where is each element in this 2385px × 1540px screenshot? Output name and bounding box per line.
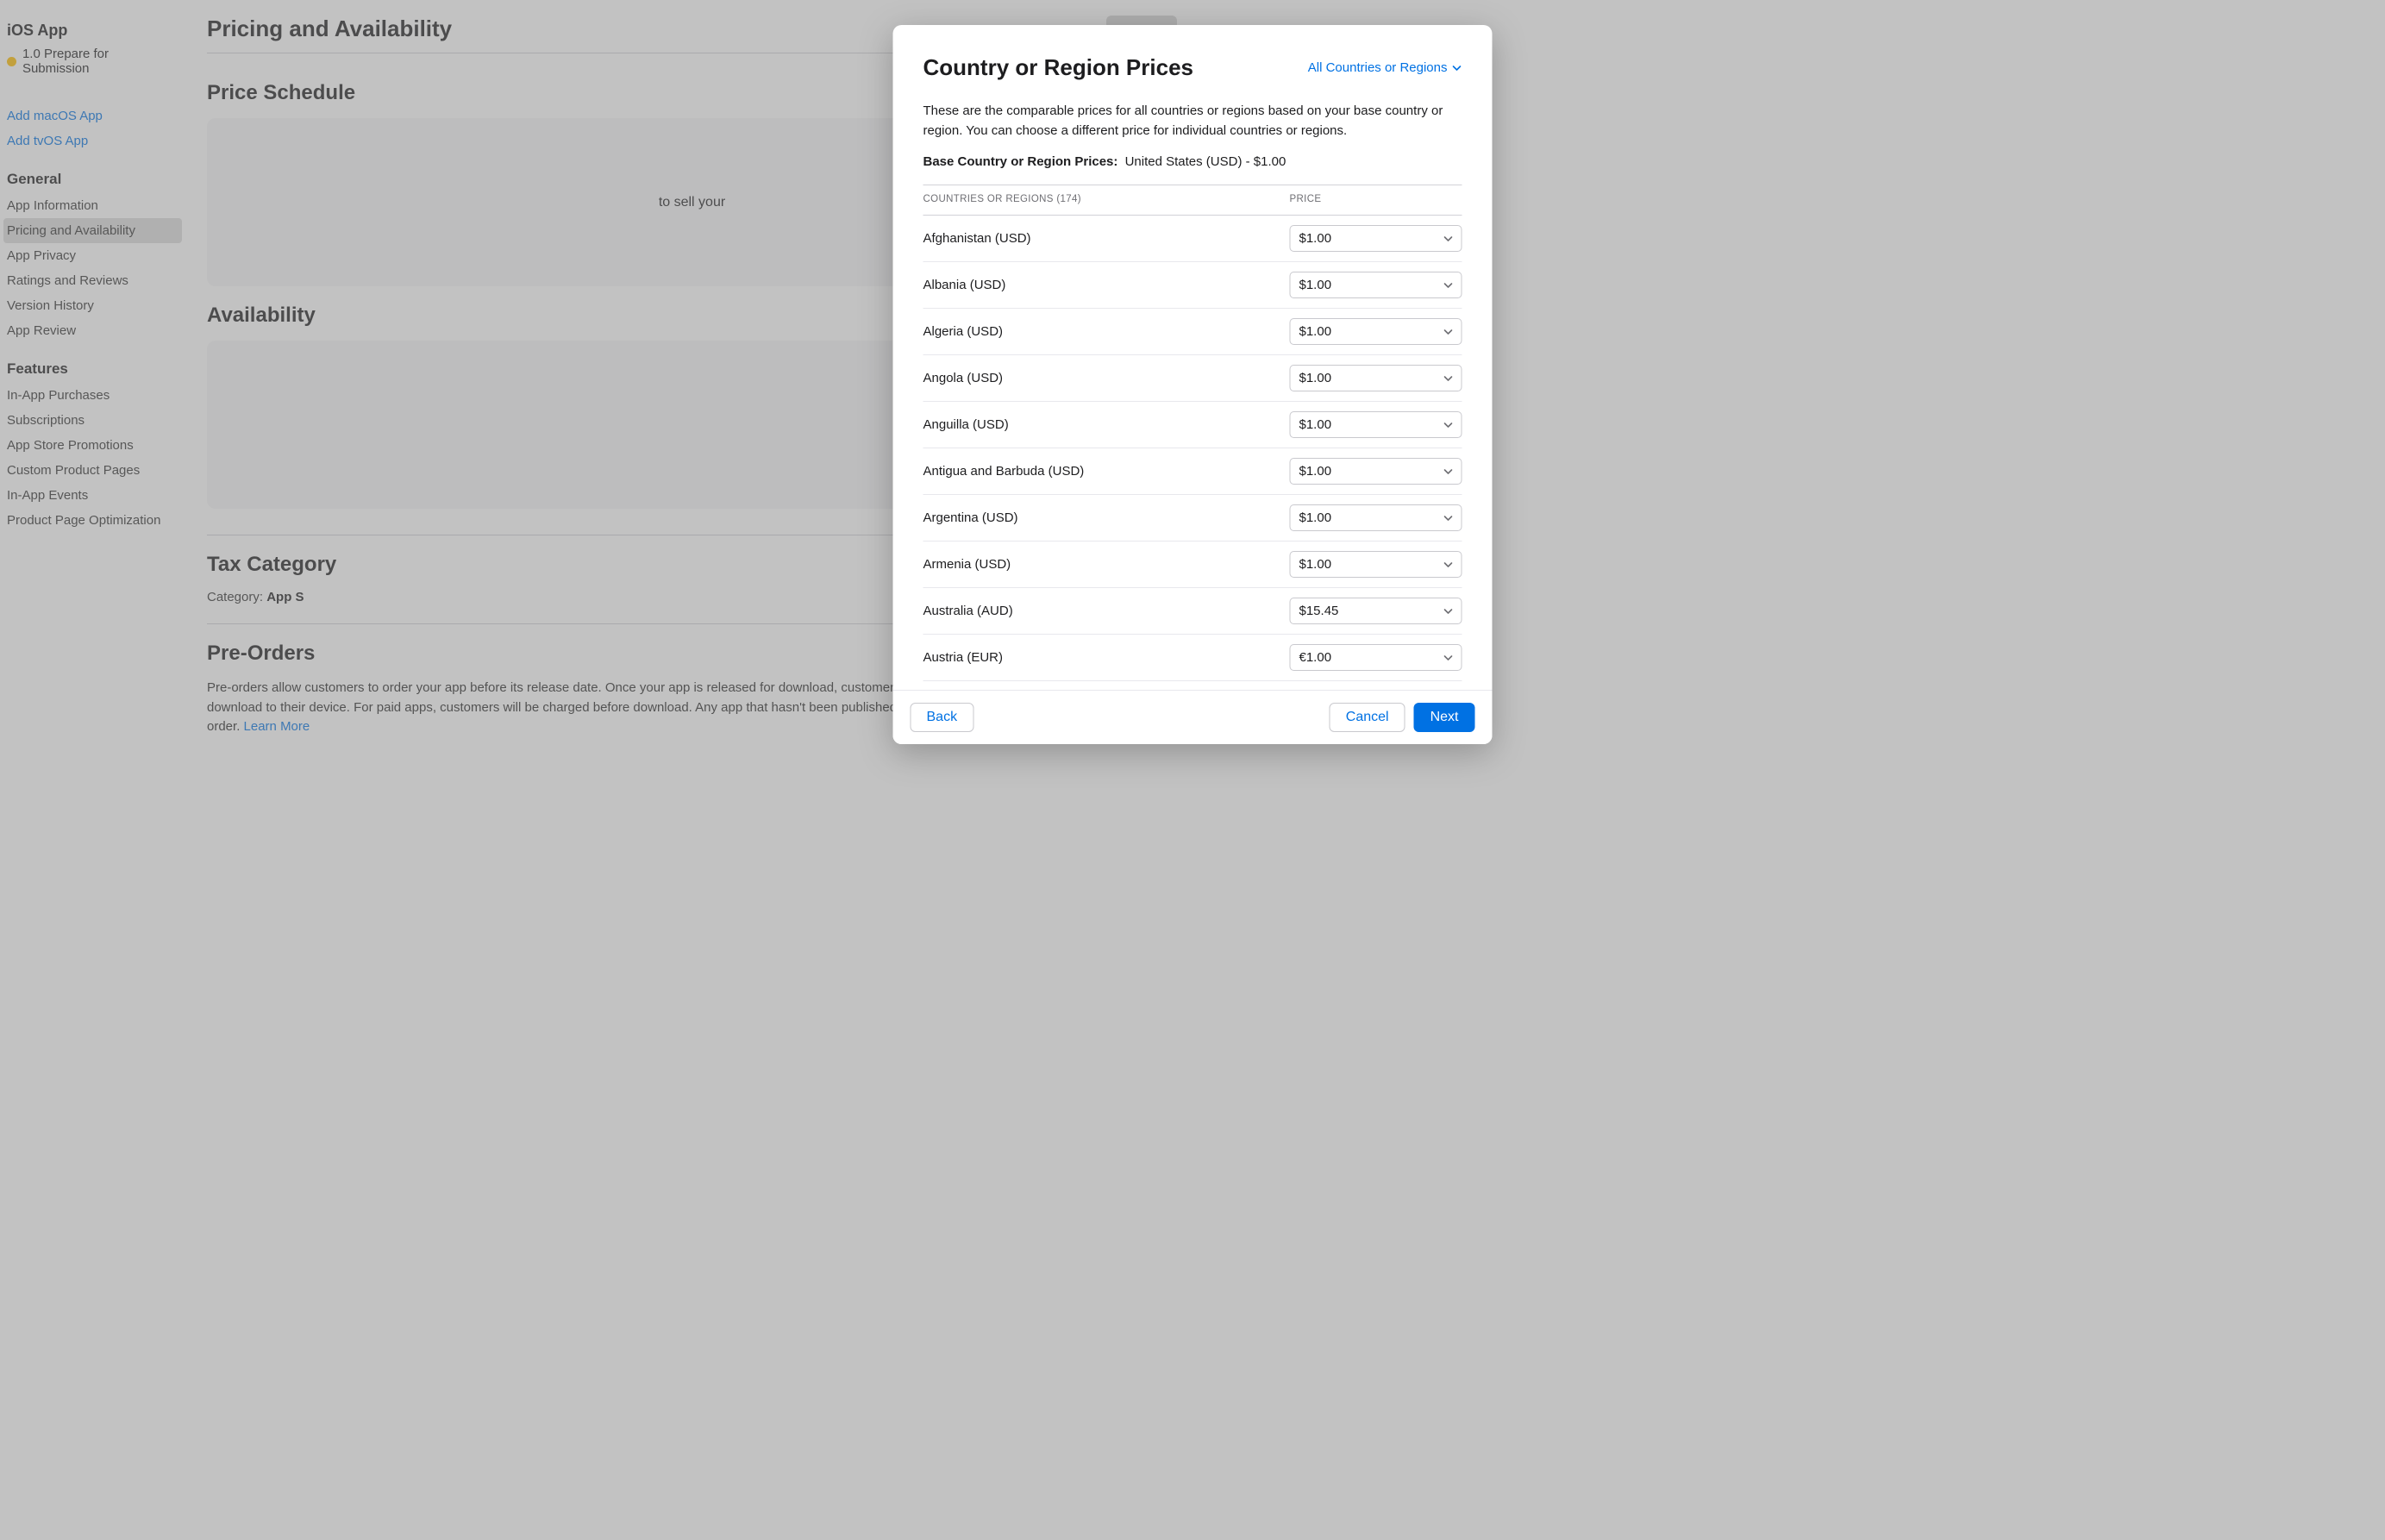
base-price-label: Base Country or Region Prices: xyxy=(923,154,1118,169)
filter-all-countries[interactable]: All Countries or Regions xyxy=(1308,60,1462,75)
price-value: €1.00 xyxy=(1299,650,1332,665)
country-name: Australia (AUD) xyxy=(923,604,1013,618)
country-name: Afghanistan (USD) xyxy=(923,231,1031,246)
next-button[interactable]: Next xyxy=(1414,703,1475,732)
country-row: Australia (AUD) $15.45 xyxy=(923,588,1462,635)
price-select[interactable]: €1.00 xyxy=(1290,644,1462,671)
price-value: $1.00 xyxy=(1299,557,1332,572)
price-select[interactable]: $1.00 xyxy=(1290,551,1462,578)
country-row: Albania (USD) $1.00 xyxy=(923,262,1462,309)
col-header-countries: COUNTRIES OR REGIONS (174) xyxy=(923,194,1081,204)
cancel-button[interactable]: Cancel xyxy=(1330,703,1405,732)
country-name: Algeria (USD) xyxy=(923,324,1004,339)
price-value: $1.00 xyxy=(1299,324,1332,339)
col-header-price: PRICE xyxy=(1290,194,1462,204)
chevron-down-icon xyxy=(1443,234,1454,244)
chevron-down-icon xyxy=(1443,420,1454,430)
price-value: $1.00 xyxy=(1299,231,1332,246)
price-select[interactable]: $1.00 xyxy=(1290,318,1462,345)
country-row: Angola (USD) $1.00 xyxy=(923,355,1462,402)
modal-description: These are the comparable prices for all … xyxy=(923,102,1462,141)
country-name: Antigua and Barbuda (USD) xyxy=(923,464,1085,479)
country-row: Austria (EUR) €1.00 xyxy=(923,635,1462,681)
price-select[interactable]: $1.00 xyxy=(1290,504,1462,531)
price-value: $1.00 xyxy=(1299,278,1332,292)
country-rows-container: Afghanistan (USD) $1.00 Albania (USD) $1.00… xyxy=(923,216,1462,681)
country-row: Anguilla (USD) $1.00 xyxy=(923,402,1462,448)
price-value: $1.00 xyxy=(1299,417,1332,432)
chevron-down-icon xyxy=(1443,327,1454,337)
chevron-down-icon xyxy=(1443,280,1454,291)
price-select[interactable]: $1.00 xyxy=(1290,411,1462,438)
base-price-line: Base Country or Region Prices: United St… xyxy=(923,154,1462,169)
country-name: Albania (USD) xyxy=(923,278,1006,292)
chevron-down-icon xyxy=(1443,466,1454,477)
country-row: Algeria (USD) $1.00 xyxy=(923,309,1462,355)
price-value: $1.00 xyxy=(1299,464,1332,479)
country-row: Afghanistan (USD) $1.00 xyxy=(923,216,1462,262)
chevron-down-icon xyxy=(1443,560,1454,570)
modal-footer: Back Cancel Next xyxy=(893,690,1493,744)
price-select[interactable]: $1.00 xyxy=(1290,365,1462,391)
price-select[interactable]: $1.00 xyxy=(1290,225,1462,252)
country-name: Anguilla (USD) xyxy=(923,417,1009,432)
modal-body: Country or Region Prices All Countries o… xyxy=(893,25,1493,690)
country-row: Armenia (USD) $1.00 xyxy=(923,542,1462,588)
country-row: Argentina (USD) $1.00 xyxy=(923,495,1462,542)
chevron-down-icon xyxy=(1443,513,1454,523)
price-value: $15.45 xyxy=(1299,604,1339,618)
base-price-value: United States (USD) - $1.00 xyxy=(1125,154,1286,169)
country-row: Antigua and Barbuda (USD) $1.00 xyxy=(923,448,1462,495)
modal-country-region-prices: Country or Region Prices All Countries o… xyxy=(893,25,1493,744)
chevron-down-icon xyxy=(1443,606,1454,617)
price-select[interactable]: $1.00 xyxy=(1290,272,1462,298)
price-value: $1.00 xyxy=(1299,510,1332,525)
back-button[interactable]: Back xyxy=(911,703,974,732)
chevron-down-icon xyxy=(1452,63,1462,73)
modal-title: Country or Region Prices xyxy=(923,54,1194,81)
country-name: Angola (USD) xyxy=(923,371,1004,385)
country-name: Argentina (USD) xyxy=(923,510,1018,525)
filter-label: All Countries or Regions xyxy=(1308,60,1448,75)
price-select[interactable]: $15.45 xyxy=(1290,598,1462,624)
table-header: COUNTRIES OR REGIONS (174) PRICE xyxy=(923,185,1462,216)
price-value: $1.00 xyxy=(1299,371,1332,385)
chevron-down-icon xyxy=(1443,653,1454,663)
price-select[interactable]: $1.00 xyxy=(1290,458,1462,485)
chevron-down-icon xyxy=(1443,373,1454,384)
country-name: Austria (EUR) xyxy=(923,650,1004,665)
country-name: Armenia (USD) xyxy=(923,557,1011,572)
